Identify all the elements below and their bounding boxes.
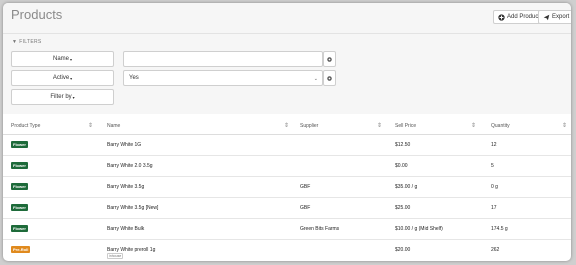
product-quantity: 5 — [491, 163, 494, 169]
sort-icon[interactable]: ⇕ — [88, 122, 93, 129]
product-tag: inhouse — [107, 253, 124, 259]
filters-heading[interactable]: ▼ FILTERS — [12, 39, 42, 45]
export-button[interactable]: Export ▾ — [538, 10, 571, 24]
page-title: Products — [11, 7, 63, 22]
product-name[interactable]: Barry White 3.5g [New] — [107, 205, 158, 211]
product-type-badge: Flower — [11, 141, 28, 148]
caret-icon: ▾ — [72, 94, 75, 100]
product-quantity: 12 — [491, 142, 497, 148]
table-row[interactable]: Flower Barry White 3.5g [New] GBF $25.00 17 — [3, 198, 571, 219]
product-price: $25.00 — [395, 205, 411, 211]
filters-panel: ▼ FILTERS Name ▾ Active ▾ Yes ⌄ Filter b… — [3, 34, 571, 114]
products-table: Product Type ⇕ Name ⇕ Supplier ⇕ Sell Pr… — [3, 118, 571, 261]
name-filter-dropdown[interactable]: Name ▾ — [11, 51, 114, 67]
product-name[interactable]: Barry White 1G — [107, 142, 141, 148]
caret-icon: ▾ — [70, 75, 73, 81]
product-supplier: Green Bits Farms — [300, 226, 340, 232]
product-price: $0.00 — [395, 163, 408, 169]
table-row[interactable]: Flower Barry White Bulk Green Bits Farms $1… — [3, 219, 571, 240]
product-type-badge: Flower — [11, 225, 28, 232]
active-filter-label: Active — [52, 75, 70, 81]
product-price: $10.00 / g (Mid Shelf) — [395, 226, 443, 232]
column-header-sell-price[interactable]: Sell Price — [395, 123, 416, 129]
plus-circle-icon — [498, 13, 505, 21]
gear-icon — [327, 75, 332, 81]
active-filter-dropdown[interactable]: Active ▾ — [11, 70, 114, 86]
filter-by-dropdown[interactable]: Filter by ▾ — [11, 89, 114, 105]
product-name[interactable]: Barry White Bulk — [107, 226, 144, 232]
app-window: Products Add Product Export ▾ ▼ FILTERS … — [3, 3, 571, 261]
product-quantity: 17 — [491, 205, 497, 211]
product-type-badge: Flower — [11, 204, 28, 211]
sort-icon[interactable]: ⇕ — [562, 122, 567, 129]
table-row[interactable]: Flower Barry White 3.5g GBF $35.00 / g 0 g — [3, 177, 571, 198]
product-type-badge: Flower — [11, 183, 28, 190]
caret-icon: ▾ — [70, 56, 73, 62]
add-product-label: Add Product — [507, 14, 541, 20]
gear-icon — [327, 56, 332, 62]
product-price: $12.50 — [395, 142, 411, 148]
export-label: Export — [552, 14, 570, 20]
product-type-badge: Pre-Roll — [11, 246, 31, 253]
name-filter-label: Name — [52, 56, 69, 62]
active-filter-select[interactable]: Yes ⌄ — [123, 70, 323, 86]
product-supplier: GBF — [300, 205, 311, 211]
table-header: Product Type ⇕ Name ⇕ Supplier ⇕ Sell Pr… — [3, 118, 571, 135]
table-row[interactable]: Flower Barry White 2.0 3.5g $0.00 5 — [3, 156, 571, 177]
column-header-name[interactable]: Name — [107, 123, 120, 129]
column-header-quantity[interactable]: Quantity — [491, 123, 510, 129]
table-row[interactable]: Pre-Roll Barry White preroll 1g inhouse $20… — [3, 240, 571, 261]
page-header: Products Add Product Export ▾ — [3, 3, 571, 34]
filter-by-label: Filter by — [50, 94, 72, 100]
product-quantity: 174.5 g — [491, 226, 508, 232]
product-name[interactable]: Barry White 2.0 3.5g — [107, 163, 153, 169]
sort-icon[interactable]: ⇕ — [471, 122, 476, 129]
product-price: $20.00 — [395, 247, 411, 253]
active-filter-settings[interactable] — [323, 70, 336, 86]
filter-icon: ▼ — [12, 39, 18, 45]
product-type-badge: Flower — [11, 162, 28, 169]
product-quantity: 262 — [491, 247, 500, 253]
table-body: Flower Barry White 1G $12.50 12 Flower Barry … — [3, 135, 571, 261]
filters-label: FILTERS — [19, 39, 42, 45]
name-filter-input[interactable] — [123, 51, 323, 67]
name-filter-settings[interactable] — [323, 51, 336, 67]
chevron-down-icon: ⌄ — [313, 76, 318, 82]
send-icon — [543, 14, 550, 20]
table-row[interactable]: Flower Barry White 1G $12.50 12 — [3, 135, 571, 156]
sort-icon[interactable]: ⇕ — [284, 122, 289, 129]
product-supplier: GBF — [300, 184, 311, 190]
sort-icon[interactable]: ⇕ — [377, 122, 382, 129]
column-header-product-type[interactable]: Product Type — [11, 123, 40, 129]
column-header-supplier[interactable]: Supplier — [300, 123, 318, 129]
product-name[interactable]: Barry White 3.5g — [107, 184, 144, 190]
active-filter-value: Yes — [129, 75, 139, 81]
product-price: $35.00 / g — [395, 184, 418, 190]
product-quantity: 0 g — [491, 184, 498, 190]
